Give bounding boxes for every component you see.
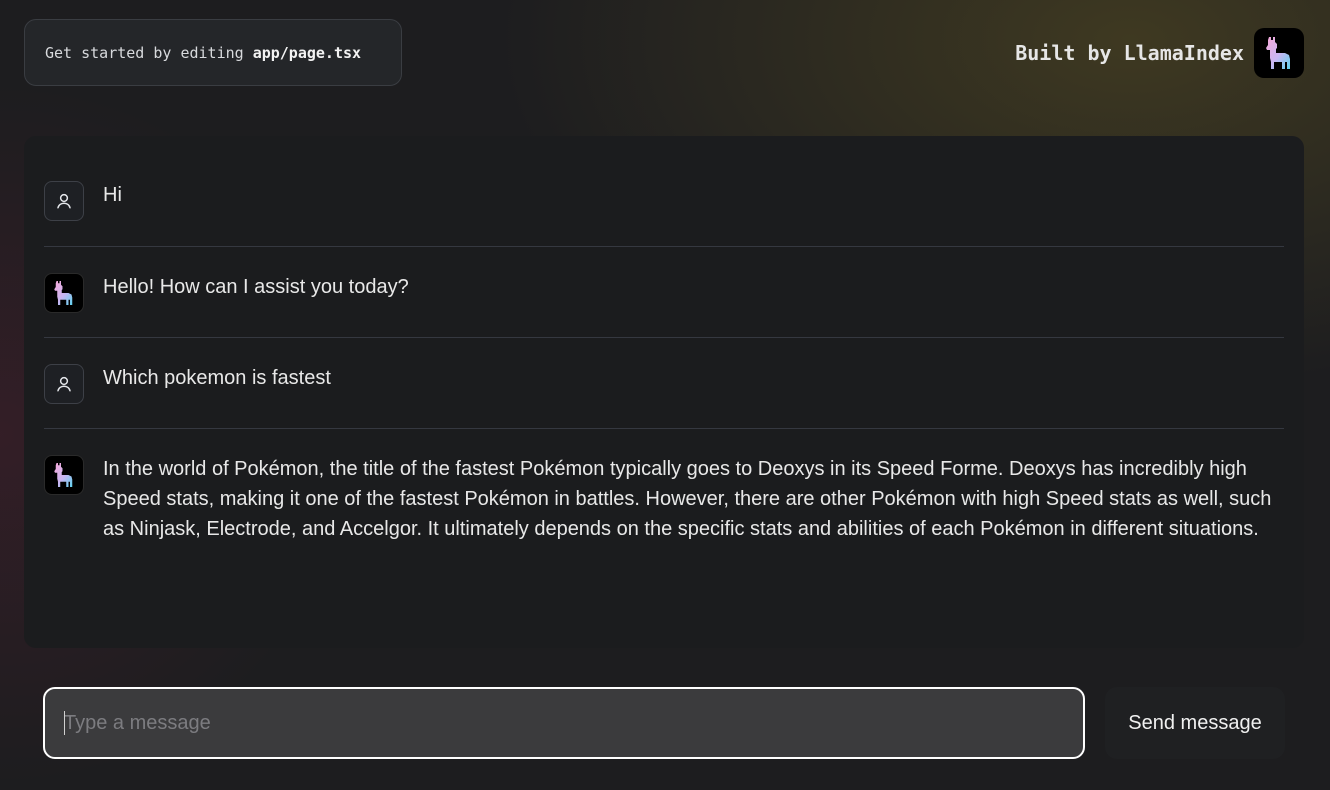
built-by-text: Built by LlamaIndex [1015, 41, 1244, 65]
get-started-text: Get started by editing [45, 43, 244, 62]
text-caret [64, 711, 65, 735]
chat-message-assistant: In the world of Pokémon, the title of th… [44, 429, 1284, 544]
user-icon [44, 364, 84, 404]
message-text: Hello! How can I assist you today? [103, 276, 409, 298]
chat-message-assistant: Hello! How can I assist you today? [44, 247, 1284, 338]
message-composer: Send message [43, 687, 1285, 759]
llama-icon [44, 273, 84, 313]
top-bar: Get started by editing app/page.tsx Buil… [24, 19, 1304, 86]
message-text: In the world of Pokémon, the title of th… [103, 458, 1272, 540]
message-input[interactable] [43, 687, 1085, 759]
message-text: Hi [103, 184, 122, 206]
get-started-hint: Get started by editing app/page.tsx [24, 19, 402, 86]
llama-icon [44, 455, 84, 495]
llama-logo-icon [1254, 28, 1304, 78]
user-icon [44, 181, 84, 221]
send-message-button[interactable]: Send message [1105, 687, 1285, 759]
chat-messages-panel[interactable]: Hi Hello! How can I assist you today? Wh… [24, 136, 1304, 648]
built-by-link[interactable]: Built by LlamaIndex [1015, 28, 1304, 78]
get-started-filename: app/page.tsx [252, 43, 362, 62]
chat-message-user: Hi [44, 136, 1284, 247]
message-text: Which pokemon is fastest [103, 367, 331, 389]
chat-message-user: Which pokemon is fastest [44, 338, 1284, 429]
